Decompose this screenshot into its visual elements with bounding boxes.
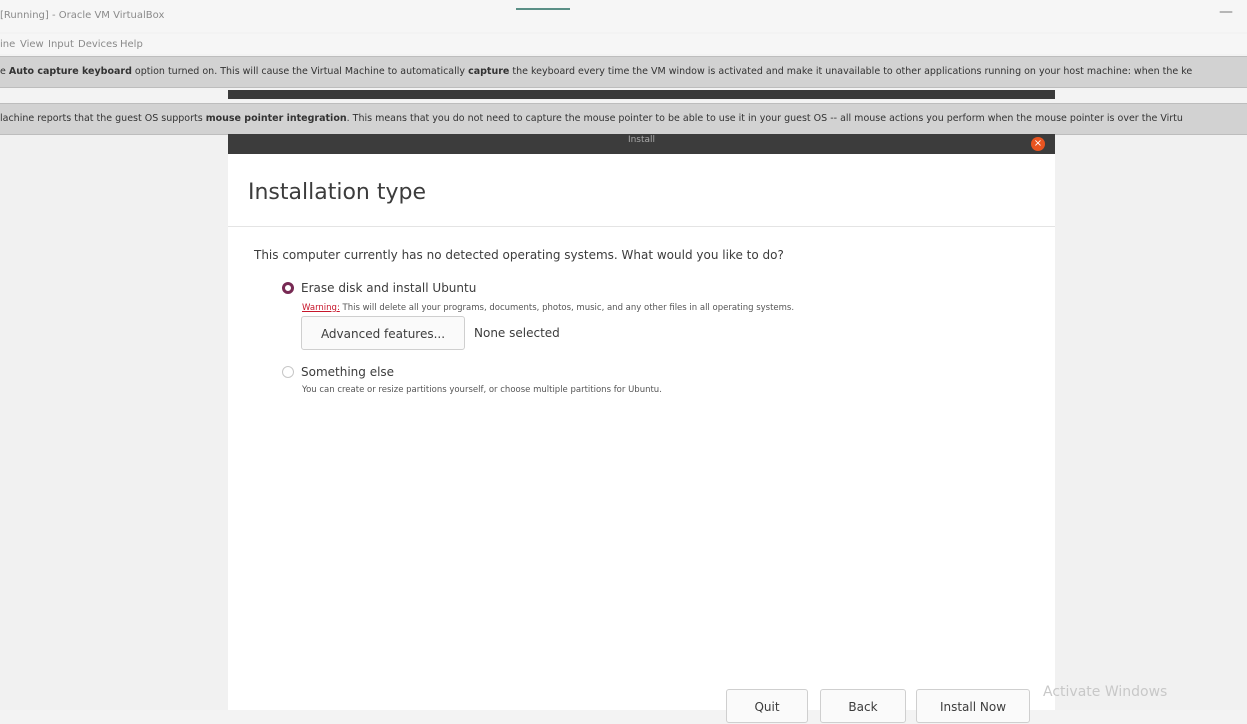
window-titlebar: [Running] - Oracle VM VirtualBox —	[0, 0, 1247, 32]
notification-keyboard-text: e Auto capture keyboard option turned on…	[0, 57, 1192, 87]
something-else-label[interactable]: Something else	[301, 365, 394, 379]
menu-help[interactable]: Help	[120, 39, 143, 50]
page-title: Installation type	[248, 180, 426, 205]
menu-bar: ine View Input Devices Help	[0, 34, 1247, 54]
installer-window-top	[228, 90, 1055, 99]
notification-segment: option turned on. This will cause the Vi…	[131, 66, 469, 77]
menu-machine[interactable]: ine	[0, 39, 15, 50]
notification-segment: Auto capture keyboard	[8, 66, 132, 77]
erase-disk-radio[interactable]	[282, 282, 294, 294]
activate-windows-watermark: Activate Windows	[1043, 684, 1168, 700]
minimize-icon[interactable]: —	[1219, 4, 1233, 20]
notification-segment: e	[0, 66, 9, 77]
notification-mouse-text: lachine reports that the guest OS suppor…	[0, 104, 1183, 134]
menu-view[interactable]: View	[20, 39, 44, 50]
installer-header: Install ×	[228, 134, 1055, 154]
quit-button[interactable]: Quit	[726, 689, 808, 723]
notification-segment: lachine reports that the guest OS suppor…	[0, 113, 206, 124]
title-divider	[228, 226, 1055, 227]
notification-segment: mouse pointer integration	[205, 113, 347, 124]
warning-lead: Warning:	[302, 303, 340, 313]
warning-text: This will delete all your programs, docu…	[339, 303, 795, 313]
notification-mouse-integration: lachine reports that the guest OS suppor…	[0, 103, 1247, 135]
menu-devices[interactable]: Devices	[78, 39, 117, 50]
titlebar-accent	[516, 8, 570, 10]
installation-question: This computer currently has no detected …	[254, 248, 784, 262]
something-else-radio[interactable]	[282, 366, 294, 378]
advanced-features-button[interactable]: Advanced features...	[301, 316, 465, 350]
close-icon[interactable]: ×	[1031, 137, 1045, 151]
notification-keyboard-capture: e Auto capture keyboard option turned on…	[0, 56, 1247, 88]
install-now-button[interactable]: Install Now	[916, 689, 1030, 723]
window-title: [Running] - Oracle VM VirtualBox	[0, 10, 165, 21]
notification-segment: the keyboard every time the VM window is…	[509, 66, 1193, 77]
erase-warning: Warning: This will delete all your progr…	[302, 303, 794, 313]
installer-body: Installation type This computer currentl…	[228, 154, 1055, 723]
notification-segment: capture	[468, 66, 510, 77]
advanced-features-status: None selected	[474, 326, 560, 340]
something-else-description: You can create or resize partitions your…	[302, 385, 662, 395]
installer-header-title: Install	[627, 135, 656, 145]
erase-disk-label[interactable]: Erase disk and install Ubuntu	[301, 281, 476, 295]
menu-input[interactable]: Input	[48, 39, 74, 50]
notification-segment: . This means that you do not need to cap…	[346, 113, 1183, 124]
back-button[interactable]: Back	[820, 689, 906, 723]
